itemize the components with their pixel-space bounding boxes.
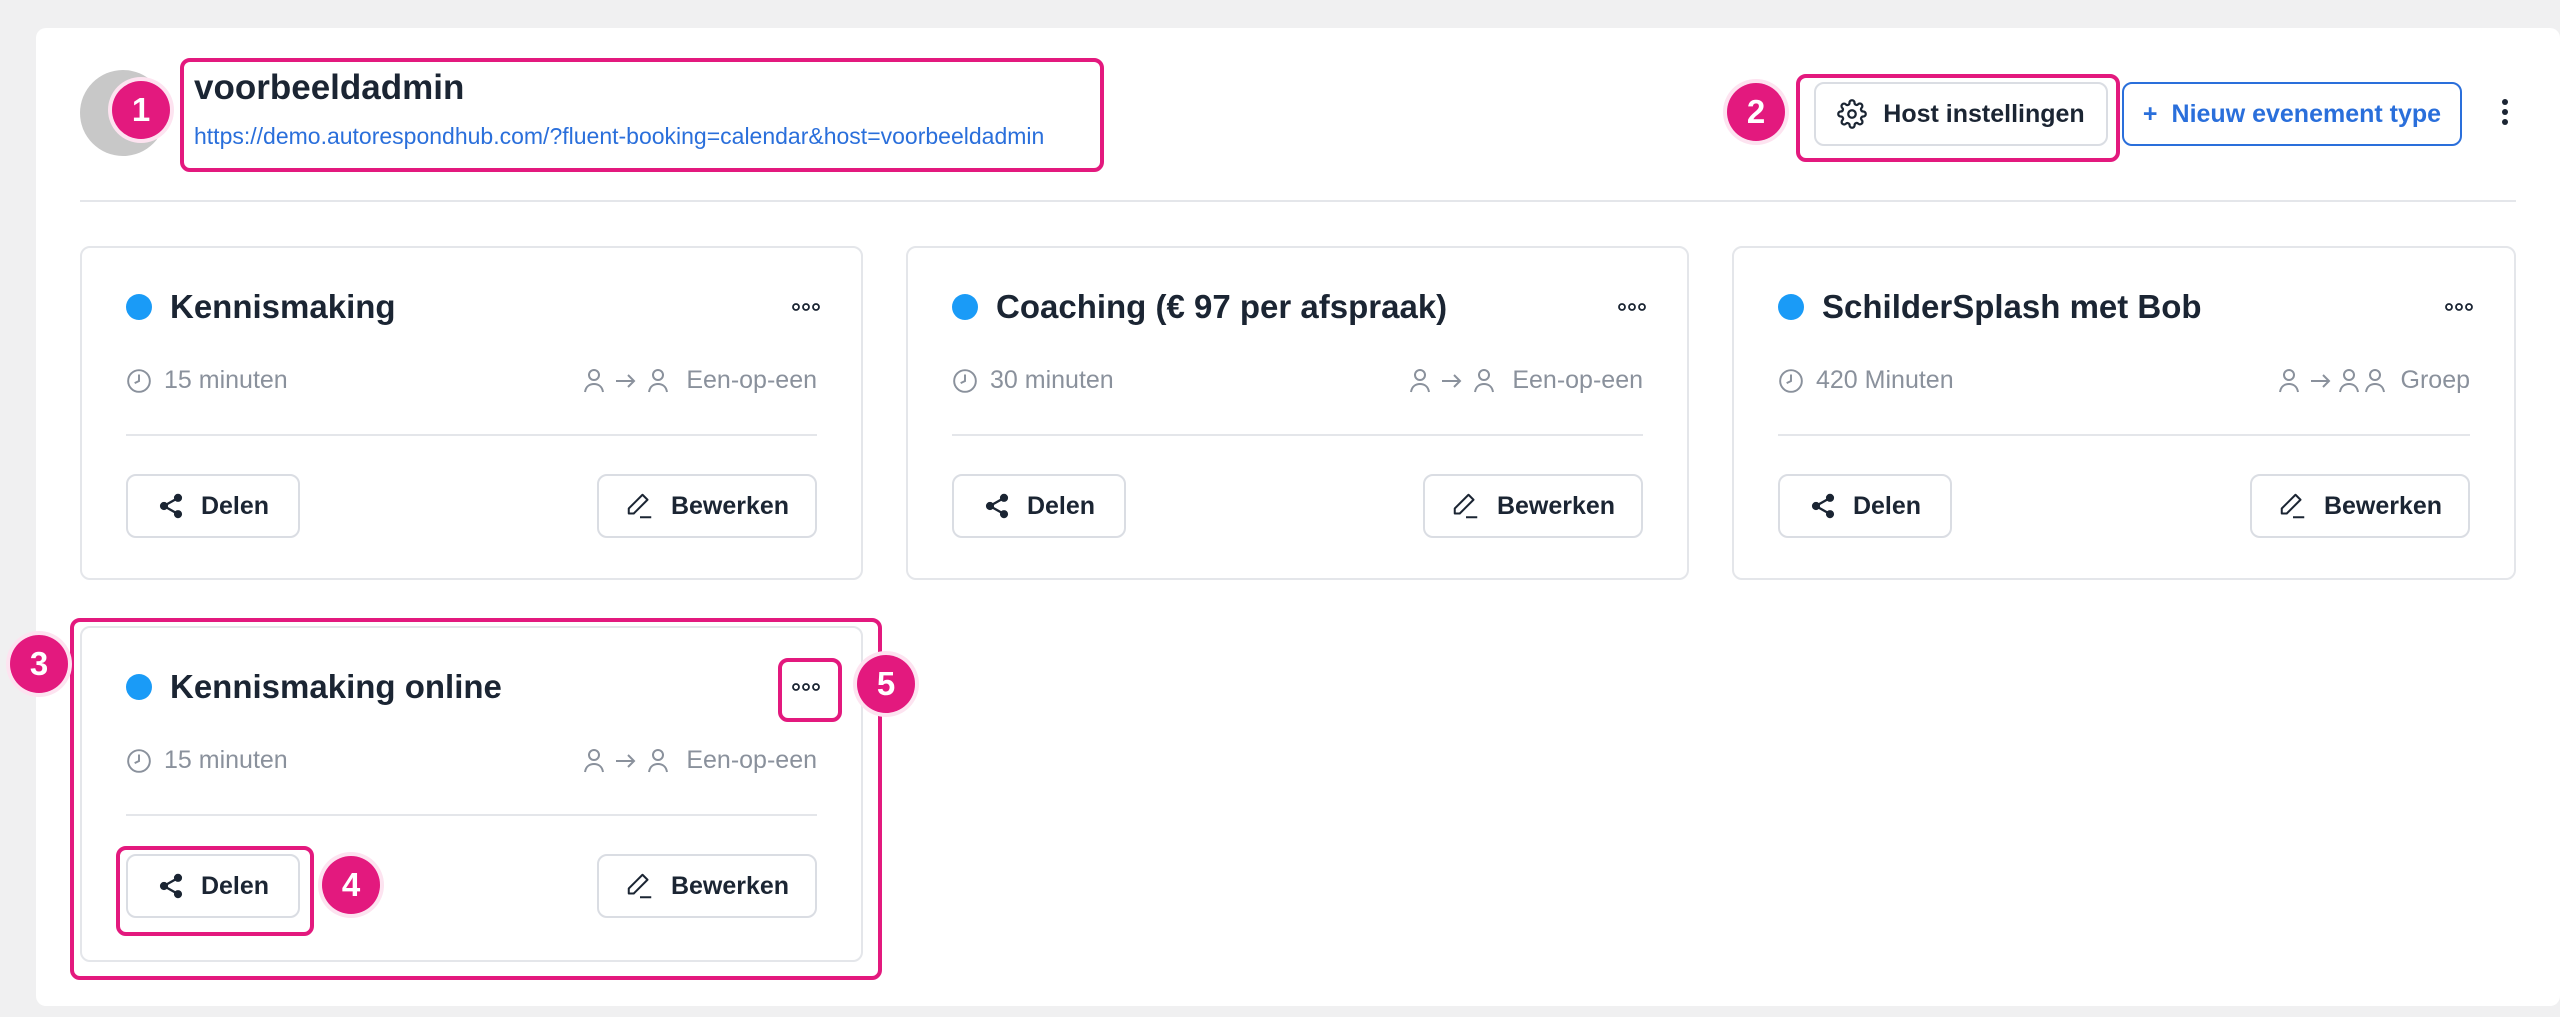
user-to-user-icon	[582, 367, 674, 395]
event-duration: 420 Minuten	[1778, 366, 1954, 395]
annotation-badge-5: 5	[857, 655, 915, 713]
edit-label: Bewerken	[2323, 491, 2443, 520]
event-type: Een-op-een	[1408, 366, 1643, 395]
share-label: Delen	[1852, 491, 1922, 520]
status-dot	[1778, 294, 1804, 320]
more-horizontal-icon[interactable]	[791, 302, 821, 312]
share-button[interactable]: Delen	[126, 474, 300, 538]
annotation-badge-3: 3	[10, 635, 68, 693]
edit-label: Bewerken	[670, 491, 790, 520]
duration-label: 15 minuten	[164, 366, 288, 394]
plus-icon: +	[2142, 99, 2158, 128]
header-divider	[80, 200, 2516, 202]
more-vertical-icon[interactable]	[2490, 94, 2520, 130]
edit-icon	[1451, 491, 1481, 521]
highlight-host-info	[180, 58, 1104, 172]
highlight-host-settings	[1796, 74, 2120, 162]
card-divider	[1778, 434, 2470, 436]
edit-icon	[2278, 491, 2308, 521]
annotation-badge-4: 4	[322, 856, 380, 914]
share-icon	[157, 492, 185, 520]
event-duration: 30 minuten	[952, 366, 1114, 395]
edit-icon	[625, 491, 655, 521]
more-horizontal-icon[interactable]	[2444, 302, 2474, 312]
share-icon	[1809, 492, 1837, 520]
event-type-label: Een-op-een	[686, 366, 817, 394]
share-icon	[983, 492, 1011, 520]
clock-icon	[126, 368, 152, 394]
event-title[interactable]: SchilderSplash met Bob	[1822, 288, 2202, 326]
duration-label: 30 minuten	[990, 366, 1114, 394]
card-divider	[952, 434, 1643, 436]
edit-label: Bewerken	[1496, 491, 1616, 520]
annotation-badge-2: 2	[1727, 83, 1785, 141]
card-divider	[126, 434, 817, 436]
event-card: Kennismaking 15 minuten Een-op-een Delen…	[80, 246, 863, 580]
event-title[interactable]: Coaching (€ 97 per afspraak)	[996, 288, 1447, 326]
event-type: Groep	[2277, 366, 2470, 395]
share-button[interactable]: Delen	[1778, 474, 1952, 538]
share-label: Delen	[1026, 491, 1096, 520]
event-card: SchilderSplash met Bob 420 Minuten Groep…	[1732, 246, 2516, 580]
edit-button[interactable]: Bewerken	[597, 474, 817, 538]
status-dot	[952, 294, 978, 320]
clock-icon	[1778, 368, 1804, 394]
clock-icon	[952, 368, 978, 394]
more-horizontal-icon[interactable]	[1617, 302, 1647, 312]
event-type-label: Een-op-een	[1512, 366, 1643, 394]
status-dot	[126, 294, 152, 320]
annotation-badge-1: 1	[112, 81, 170, 139]
highlight-share-button	[116, 846, 314, 936]
user-to-group-icon	[2277, 367, 2389, 395]
new-event-type-label: Nieuw evenement type	[2171, 99, 2442, 128]
edit-button[interactable]: Bewerken	[2250, 474, 2470, 538]
share-button[interactable]: Delen	[952, 474, 1126, 538]
event-card: Coaching (€ 97 per afspraak) 30 minuten …	[906, 246, 1689, 580]
edit-button[interactable]: Bewerken	[1423, 474, 1643, 538]
event-duration: 15 minuten	[126, 366, 288, 395]
event-type: Een-op-een	[582, 366, 817, 395]
share-label: Delen	[200, 491, 270, 520]
event-title[interactable]: Kennismaking	[170, 288, 396, 326]
duration-label: 420 Minuten	[1816, 366, 1954, 394]
event-type-label: Groep	[2400, 366, 2470, 394]
user-to-user-icon	[1408, 367, 1500, 395]
highlight-more-button	[778, 658, 842, 722]
new-event-type-button[interactable]: + Nieuw evenement type	[2122, 82, 2462, 146]
